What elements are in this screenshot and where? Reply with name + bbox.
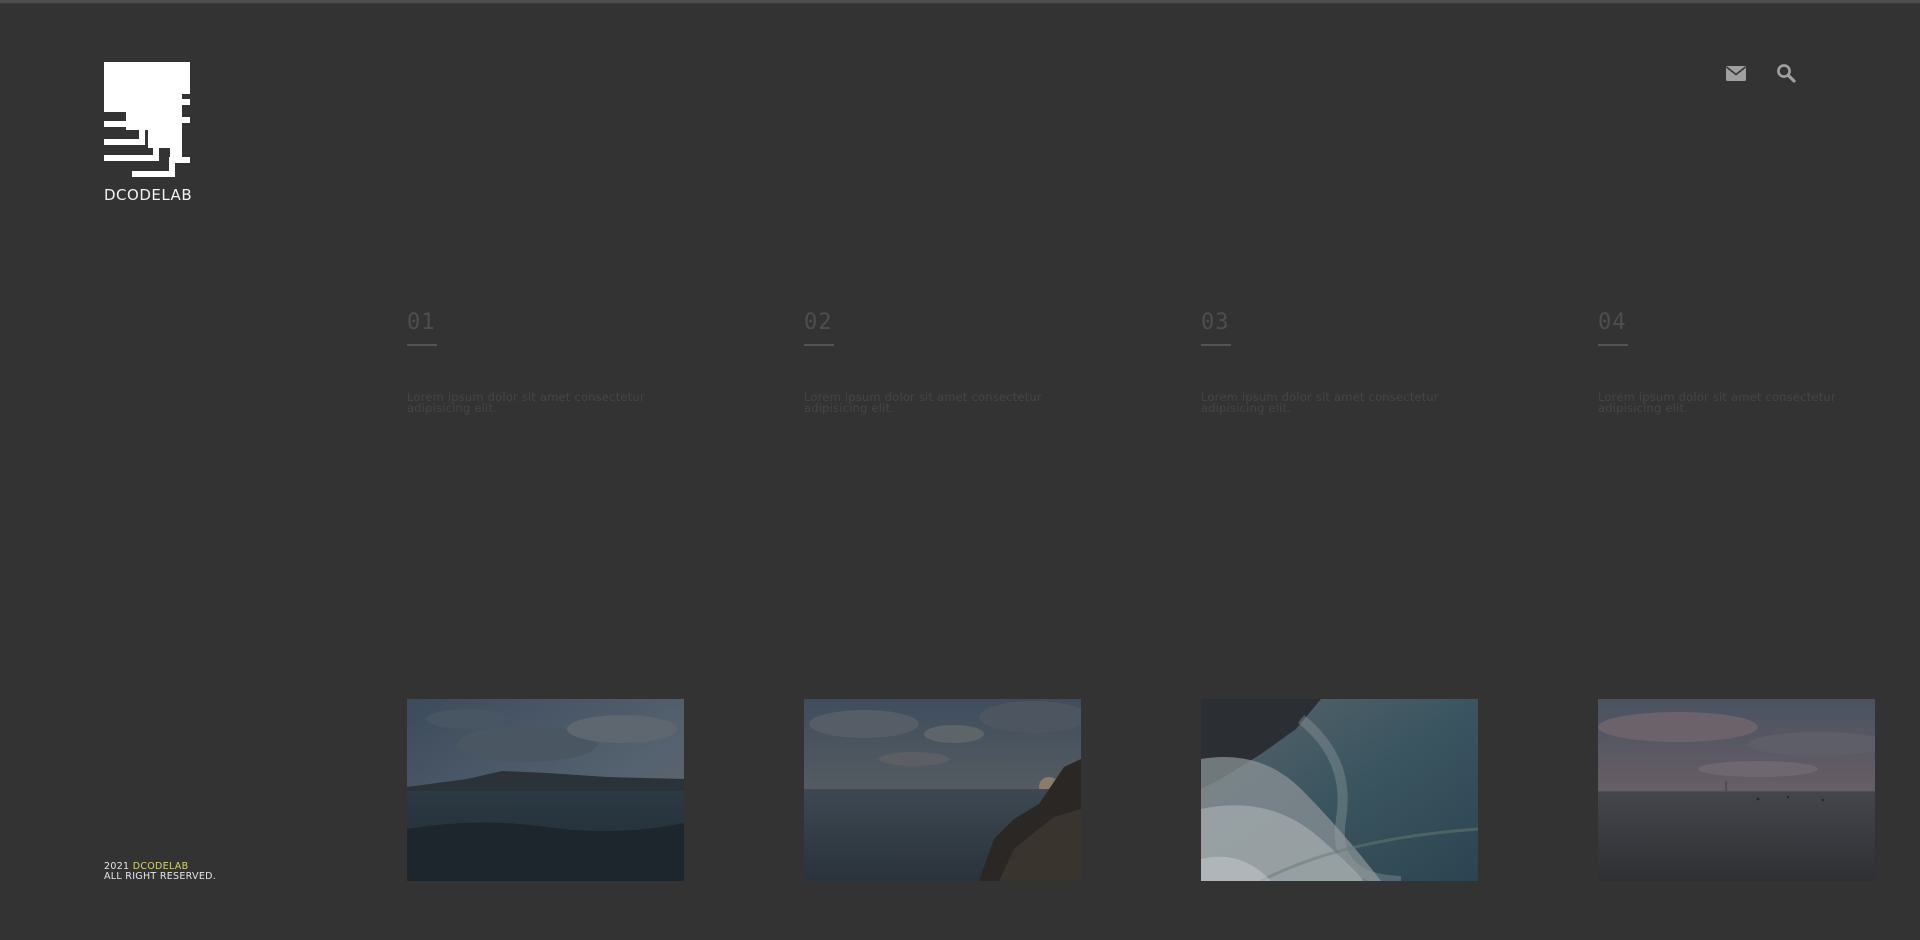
envelope-icon[interactable] bbox=[1724, 62, 1748, 84]
logo-mark bbox=[104, 62, 190, 177]
logo-text: DCODELAB bbox=[104, 186, 193, 204]
column-1: 01 Lorem ipsum dolor sit amet consectetu… bbox=[407, 312, 687, 414]
column-3: 03 Lorem ipsum dolor sit amet consectetu… bbox=[1201, 312, 1481, 414]
column-divider bbox=[407, 344, 437, 346]
column-number: 04 bbox=[1598, 310, 1627, 335]
thumbnail-4[interactable] bbox=[1598, 699, 1875, 881]
footer-rights: ALL RIGHT RESERVED. bbox=[104, 871, 217, 882]
page: DCODELAB 01 Lorem ipsum dolor sit amet c… bbox=[0, 0, 1920, 940]
footer: 2021 DCODELAB ALL RIGHT RESERVED. bbox=[104, 862, 216, 882]
search-icon[interactable] bbox=[1774, 62, 1798, 84]
thumbnail-2[interactable] bbox=[804, 699, 1081, 881]
column-4: 04 Lorem ipsum dolor sit amet consectetu… bbox=[1598, 312, 1878, 414]
column-divider bbox=[1201, 344, 1231, 346]
column-number: 01 bbox=[407, 310, 436, 335]
column-number: 02 bbox=[804, 310, 833, 335]
column-number: 03 bbox=[1201, 310, 1230, 335]
column-divider bbox=[1598, 344, 1628, 346]
column-text: Lorem ipsum dolor sit amet consectetur a… bbox=[407, 390, 645, 415]
column-text: Lorem ipsum dolor sit amet consectetur a… bbox=[804, 390, 1042, 415]
column-divider bbox=[804, 344, 834, 346]
thumbnail-3[interactable] bbox=[1201, 699, 1478, 881]
thumbnail-1[interactable] bbox=[407, 699, 684, 881]
top-rule bbox=[0, 0, 1920, 4]
column-text: Lorem ipsum dolor sit amet consectetur a… bbox=[1201, 390, 1439, 415]
logo-link[interactable]: DCODELAB bbox=[104, 62, 214, 203]
column-2: 02 Lorem ipsum dolor sit amet consectetu… bbox=[804, 312, 1084, 414]
column-text: Lorem ipsum dolor sit amet consectetur a… bbox=[1598, 390, 1836, 415]
header-icons bbox=[1724, 62, 1798, 84]
